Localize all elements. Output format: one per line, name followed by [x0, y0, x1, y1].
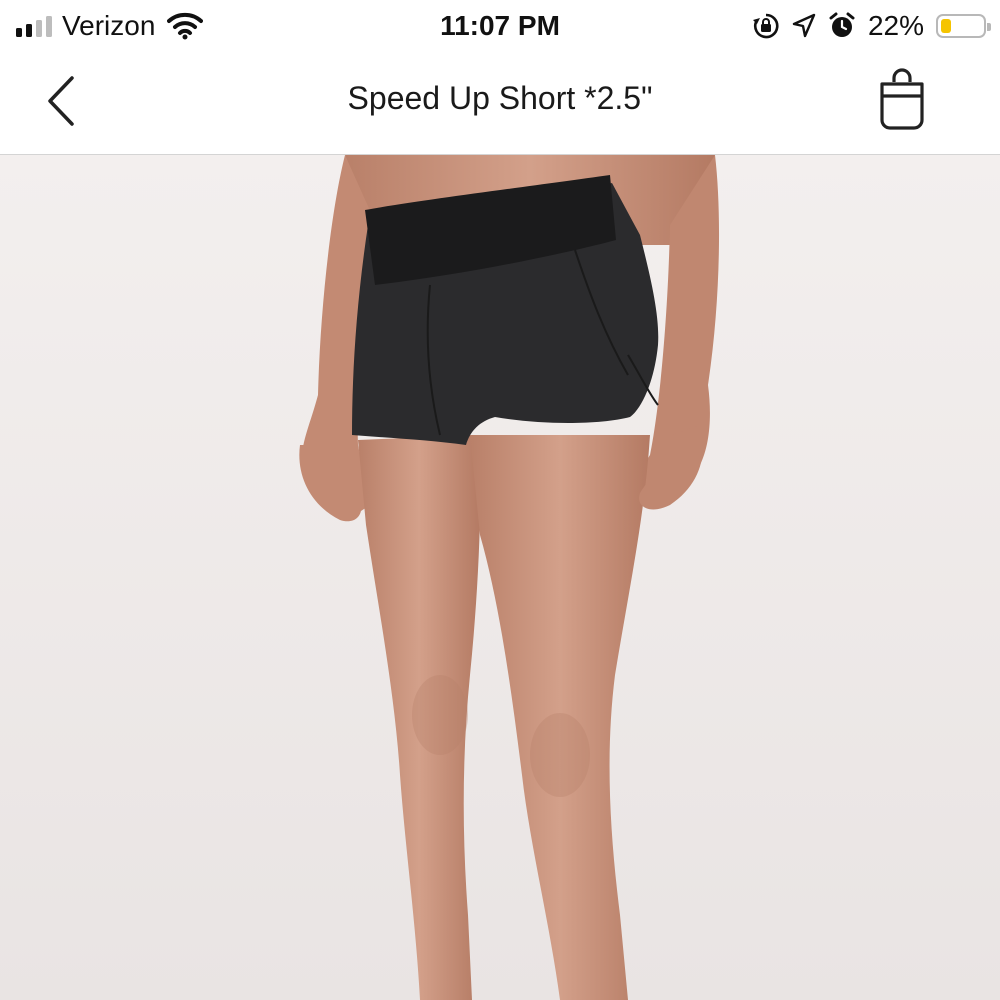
shopping-bag-icon — [880, 68, 924, 130]
location-arrow-icon — [792, 13, 816, 38]
product-image — [0, 155, 1000, 1000]
product-photo — [0, 155, 1000, 1000]
status-bar: Verizon 11:07 PM 22% — [0, 0, 1000, 52]
knee-shade-left — [412, 675, 468, 755]
shopping-bag-button[interactable] — [874, 68, 930, 134]
knee-shade-right — [530, 713, 590, 797]
status-right: 22% — [752, 8, 991, 44]
battery-level-fill — [941, 19, 951, 33]
battery-nub — [987, 23, 991, 31]
rotation-lock-icon — [752, 13, 779, 39]
battery-percent: 22% — [867, 10, 924, 41]
page-title: Speed Up Short *2.5" — [347, 80, 653, 116]
alarm-icon — [829, 12, 855, 37]
navigation-bar: Speed Up Short *2.5" — [0, 52, 1000, 155]
battery-icon — [936, 14, 991, 38]
